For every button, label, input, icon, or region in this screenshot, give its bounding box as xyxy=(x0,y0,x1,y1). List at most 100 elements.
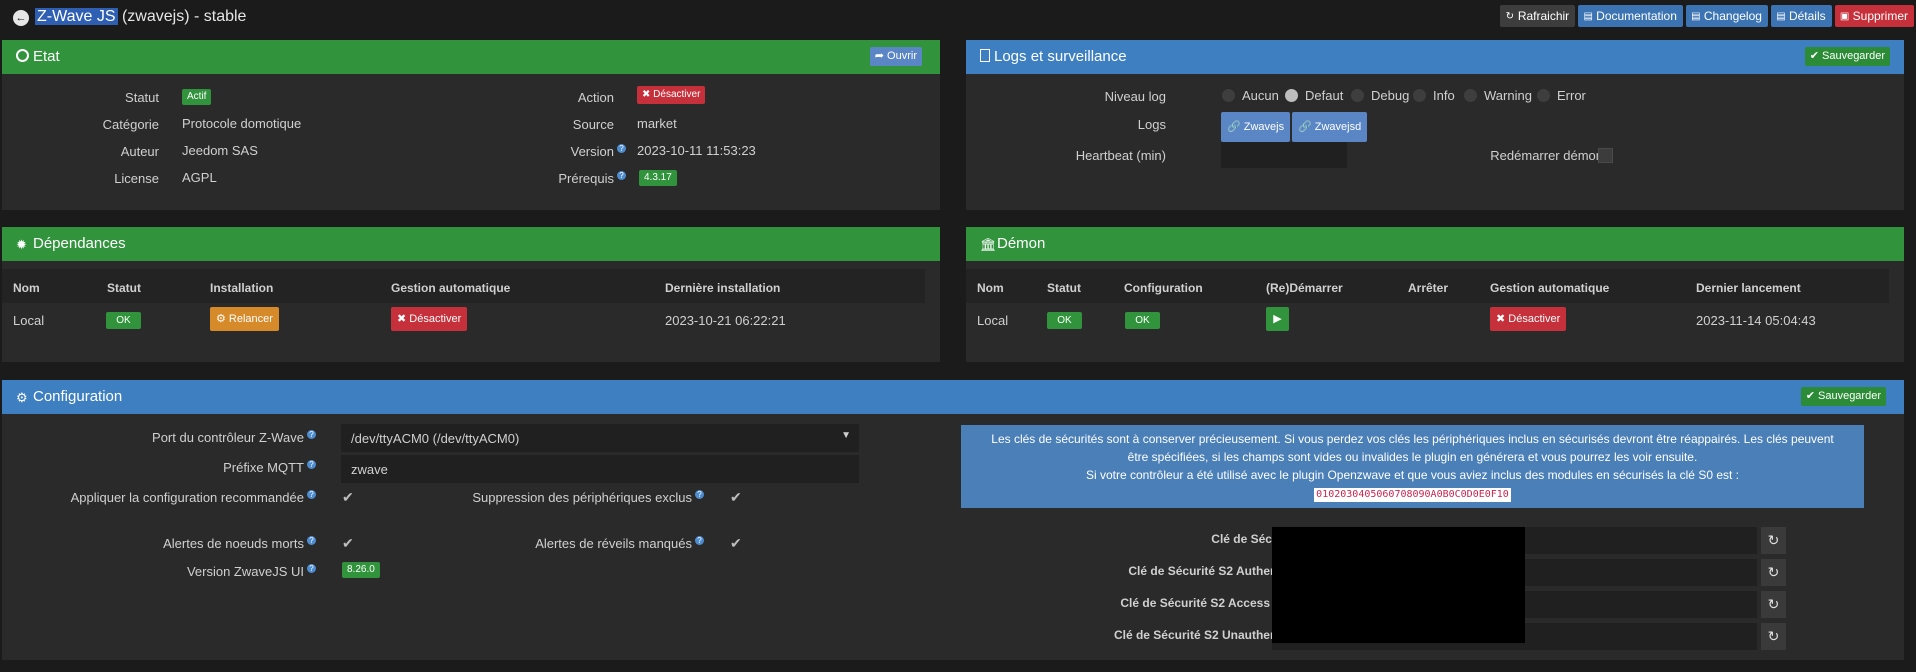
col-gestion-auto: Gestion automatique xyxy=(1490,281,1610,295)
daemon-title: Démon xyxy=(997,235,1046,252)
key-s2-access-refresh-button[interactable]: ↻ xyxy=(1761,591,1786,618)
help-icon: ? xyxy=(307,460,316,469)
refresh-label: Rafraichir xyxy=(1517,9,1570,23)
logs-label: Logs xyxy=(1137,117,1166,132)
top-button-group: ↻ Rafraichir ▤ Documentation ▤ Changelog ▤ D… xyxy=(1499,5,1914,27)
dead-nodes-checkbox[interactable]: ✔ xyxy=(342,535,354,552)
help-icon: ? xyxy=(307,490,316,499)
log-level-debug[interactable]: Debug xyxy=(1350,88,1409,103)
dep-disable-auto-button[interactable]: ✖ Désactiver xyxy=(391,307,468,331)
col-dernier-lancement: Dernier lancement xyxy=(1696,281,1801,295)
key-s2-unauth-refresh-button[interactable]: ↻ xyxy=(1761,623,1786,650)
license-value: AGPL xyxy=(182,170,217,185)
reco-config-label: Appliquer la configuration recommandée? xyxy=(71,490,316,505)
daemon-disable-auto-label: Désactiver xyxy=(1508,313,1561,325)
col-redemarrer: (Re)Démarrer xyxy=(1266,281,1343,295)
details-button[interactable]: ▤ Détails xyxy=(1770,5,1832,27)
suppr-excluded-label: Suppression des périphériques exclus? xyxy=(472,490,704,505)
save-config-button[interactable]: ✔ Sauvegarder xyxy=(1800,387,1886,406)
save-logs-label: Sauvegarder xyxy=(1822,50,1885,62)
log-level-aucun[interactable]: Aucun xyxy=(1221,88,1279,103)
prerequis-badge: 4.3.17 xyxy=(639,170,677,186)
top-bar: ← Z-Wave JS (zwavejs) - stable ↻ Rafraich… xyxy=(0,0,1916,36)
dependencies-panel-header: ✹ Dépendances xyxy=(2,227,940,261)
missed-wakeup-checkbox[interactable]: ✔ xyxy=(730,535,742,552)
col-installation: Installation xyxy=(210,281,274,295)
daemon-dernier-lancement: 2023-11-14 05:04:43 xyxy=(1696,313,1816,328)
log-level-warning-label: Warning xyxy=(1484,88,1532,103)
restart-daemon-checkbox[interactable] xyxy=(1598,148,1613,163)
log-level-label: Niveau log xyxy=(1104,89,1166,104)
dep-disable-auto-label: Désactiver xyxy=(409,313,462,325)
log-level-error-label: Error xyxy=(1557,88,1586,103)
log-zwavejs-button[interactable]: 🔗 Zwavejs xyxy=(1221,112,1291,142)
help-icon: ? xyxy=(307,430,316,439)
suppr-excluded-checkbox[interactable]: ✔ xyxy=(730,489,742,506)
help-icon: ? xyxy=(307,564,316,573)
statut-badge: Actif xyxy=(182,89,212,105)
log-level-defaut[interactable]: Defaut xyxy=(1284,88,1343,103)
refresh-icon: ↻ xyxy=(1767,564,1780,580)
mqtt-input[interactable]: zwave xyxy=(341,455,859,483)
open-button[interactable]: ➦ Ouvrir xyxy=(869,47,922,66)
key-s0-refresh-button[interactable]: ↻ xyxy=(1761,527,1786,554)
log-level-info[interactable]: Info xyxy=(1412,88,1455,103)
start-daemon-button[interactable]: ▶ xyxy=(1266,307,1289,331)
documentation-label: Documentation xyxy=(1596,9,1677,23)
changelog-button[interactable]: ▤ Changelog xyxy=(1685,5,1768,27)
radio-icon xyxy=(1350,88,1365,103)
license-label: License xyxy=(114,171,159,186)
port-select-value: /dev/ttyACM0 (/dev/ttyACM0) xyxy=(351,431,520,446)
reco-config-label-text: Appliquer la configuration recommandée xyxy=(70,490,304,505)
log-level-warning[interactable]: Warning xyxy=(1463,88,1532,103)
version-value: 2023-10-11 11:53:23 xyxy=(637,143,756,158)
col-nom: Nom xyxy=(977,281,1004,295)
refresh-button[interactable]: ↻ Rafraichir xyxy=(1499,5,1576,27)
etat-panel: Etat ➦ Ouvrir Statut Actif Catégorie Pro… xyxy=(2,40,940,210)
logs-panel-header: Logs et surveillance ✔ Sauvegarder xyxy=(966,40,1904,74)
save-logs-button[interactable]: ✔ Sauvegarder xyxy=(1804,47,1890,66)
bank-icon: 🏛 xyxy=(980,237,997,252)
log-zwavejsd-label: Zwavejsd xyxy=(1314,121,1362,133)
reco-config-checkbox[interactable]: ✔ xyxy=(342,489,354,506)
col-derniere-installation: Dernière installation xyxy=(665,281,781,295)
col-nom: Nom xyxy=(13,281,40,295)
col-configuration: Configuration xyxy=(1124,281,1203,295)
heartbeat-input[interactable] xyxy=(1221,142,1347,168)
dead-nodes-label-text: Alertes de noeuds morts xyxy=(163,536,304,551)
restart-daemon-label: Redémarrer démon xyxy=(1490,148,1603,163)
back-arrow-icon[interactable]: ← xyxy=(13,10,29,26)
port-select[interactable]: /dev/ttyACM0 (/dev/ttyACM0) ▼ xyxy=(341,424,859,452)
log-level-info-label: Info xyxy=(1433,88,1455,103)
daemon-panel: 🏛Démon Nom Statut Configuration (Re)Déma… xyxy=(966,227,1904,362)
delete-label: Supprimer xyxy=(1852,9,1908,23)
port-label: Port du contrôleur Z-Wave? xyxy=(152,430,316,445)
refresh-icon: ↻ xyxy=(1767,596,1780,612)
refresh-icon: ↻ xyxy=(1505,10,1514,22)
log-zwavejsd-button[interactable]: 🔗 Zwavejsd xyxy=(1292,112,1368,142)
prerequis-label: Prérequis? xyxy=(558,171,626,186)
daemon-disable-auto-button[interactable]: ✖ Désactiver xyxy=(1490,307,1567,331)
gears-icon: ⚙ xyxy=(16,390,28,405)
logs-panel: Logs et surveillance ✔ Sauvegarder Nivea… xyxy=(966,40,1904,210)
prerequis-label-text: Prérequis xyxy=(558,171,614,186)
refresh-icon: ↻ xyxy=(1767,532,1780,548)
documentation-button[interactable]: ▤ Documentation xyxy=(1578,5,1683,27)
disable-plugin-button[interactable]: ✖ Désactiver xyxy=(637,86,706,104)
col-statut: Statut xyxy=(107,281,141,295)
mqtt-label-text: Préfixe MQTT xyxy=(223,460,304,475)
action-label: Action xyxy=(577,90,614,105)
radio-icon xyxy=(1463,88,1478,103)
caret-down-icon: ▼ xyxy=(841,430,851,441)
key-s2-auth-refresh-button[interactable]: ↻ xyxy=(1761,559,1786,586)
book-icon: ▤ xyxy=(1583,10,1593,22)
relancer-button[interactable]: ⚙ Relancer xyxy=(210,307,279,331)
etat-panel-header: Etat ➦ Ouvrir xyxy=(2,40,940,74)
delete-button[interactable]: ▣ Supprimer xyxy=(1834,5,1914,27)
missed-wakeup-label-text: Alertes de réveils manqués xyxy=(535,536,692,551)
info-line-2: être spécifiées, si les champs sont vide… xyxy=(1127,450,1698,464)
dead-nodes-label: Alertes de noeuds morts? xyxy=(163,536,316,551)
changelog-label: Changelog xyxy=(1703,9,1762,23)
log-level-error[interactable]: Error xyxy=(1536,88,1586,103)
missed-wakeup-label: Alertes de réveils manqués? xyxy=(535,536,704,551)
